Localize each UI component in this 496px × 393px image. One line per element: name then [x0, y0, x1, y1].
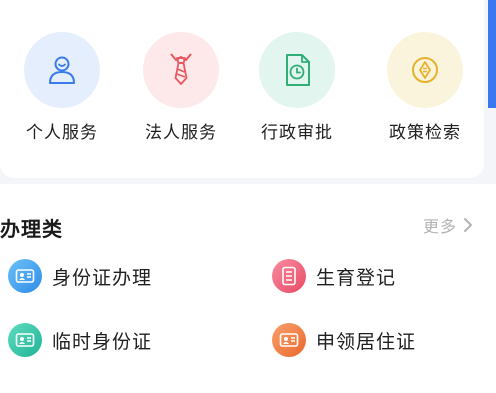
form-icon [272, 259, 306, 293]
service-label: 法人服务 [145, 123, 217, 143]
item-temporary-id[interactable]: 临时身份证 [8, 322, 152, 358]
item-label: 申领居住证 [316, 330, 417, 353]
chevron-right-icon [463, 217, 473, 233]
service-approval[interactable]: 行政审批 [249, 32, 345, 148]
service-label: 行政审批 [261, 123, 333, 143]
item-id-card[interactable]: 身份证办理 [8, 258, 152, 294]
more-link[interactable]: 更多 [423, 213, 473, 237]
person-icon [24, 32, 100, 108]
service-legal[interactable]: 法人服务 [133, 32, 229, 148]
section-title: 办理类 [0, 217, 63, 241]
header-edge [488, 0, 496, 108]
document-clock-icon [259, 32, 335, 108]
item-label: 临时身份证 [52, 330, 153, 353]
id-card-icon [8, 259, 42, 293]
service-label: 政策检索 [389, 123, 461, 143]
more-label: 更多 [423, 217, 458, 236]
service-personal[interactable]: 个人服务 [14, 32, 110, 148]
item-label: 身份证办理 [52, 266, 153, 289]
service-label: 个人服务 [26, 123, 98, 143]
residence-card-icon [272, 323, 306, 357]
app-screen: 个人服务 法人服务 行政审批 政策检索 办理类 更多 身份证办理 生育登记 临时… [0, 0, 496, 393]
tie-icon [143, 32, 219, 108]
id-card-icon [8, 323, 42, 357]
coin-icon [387, 32, 463, 108]
item-label: 生育登记 [316, 266, 397, 289]
item-residence-permit[interactable]: 申领居住证 [272, 322, 416, 358]
item-birth-registration[interactable]: 生育登记 [272, 258, 396, 294]
service-policy[interactable]: 政策检索 [377, 32, 473, 148]
